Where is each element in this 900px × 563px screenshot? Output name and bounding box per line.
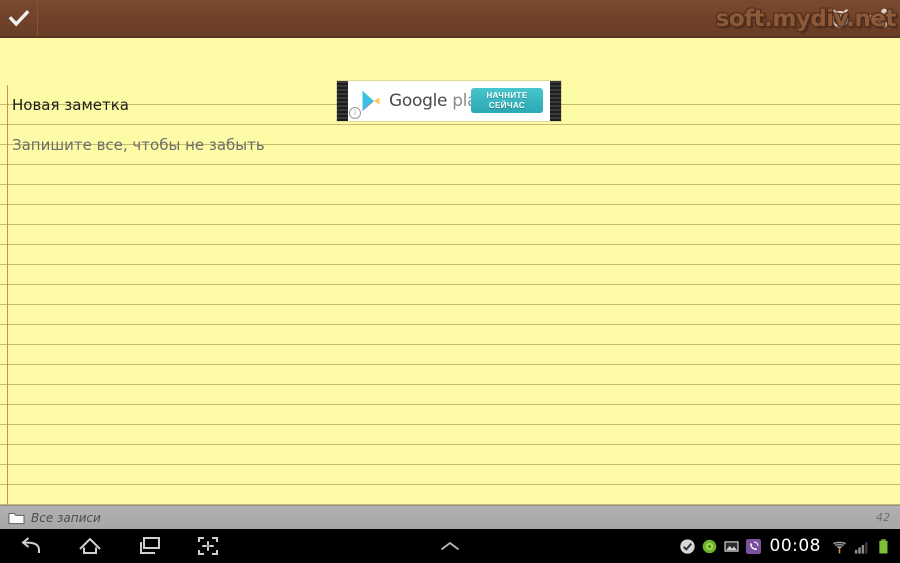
ad-content[interactable]: Google play НАЧНИТЕ СЕЙЧАС i	[348, 81, 550, 121]
google-play-logo-icon	[362, 90, 380, 112]
chevron-up-icon	[441, 541, 459, 550]
ad-edge-right	[550, 81, 561, 121]
note-paper[interactable]: Google play НАЧНИТЕ СЕЙЧАС i Новая замет…	[0, 38, 900, 505]
alarm-clock-icon[interactable]	[828, 6, 852, 30]
ad-brand-bold: Google	[389, 91, 448, 111]
note-title-input[interactable]: Новая заметка	[12, 96, 129, 114]
ad-cta-line2: СЕЙЧАС	[488, 100, 526, 110]
android-navigation-bar: 00:08	[0, 529, 900, 563]
folder-label: Все записи	[31, 510, 101, 525]
ad-info-icon[interactable]: i	[349, 107, 361, 119]
folder-selector[interactable]: Все записи	[0, 511, 101, 525]
folder-icon	[8, 512, 25, 524]
ad-edge-left	[337, 81, 348, 121]
note-body-input[interactable]: Запишите все, чтобы не забыть	[12, 136, 265, 154]
action-bar: soft.mydiv.net	[0, 0, 900, 38]
google-play-ad-banner[interactable]: Google play НАЧНИТЕ СЕЙЧАС i	[337, 81, 561, 121]
check-icon	[8, 10, 29, 27]
action-bar-icons	[828, 0, 896, 36]
ad-cta-button[interactable]: НАЧНИТЕ СЕЙЧАС	[471, 88, 543, 113]
confirm-note-button[interactable]	[0, 0, 38, 36]
note-counter: 42	[876, 511, 890, 524]
expand-notifications-button[interactable]	[0, 539, 900, 553]
app-status-bar: Все записи 42	[0, 505, 900, 529]
margin-line	[7, 85, 8, 505]
ad-cta-line1: НАЧНИТЕ	[486, 90, 528, 100]
share-icon[interactable]	[866, 6, 890, 30]
tablet-screen: soft.mydiv.net Google play НАЧНИТЕ СЕЙЧА…	[0, 0, 900, 563]
